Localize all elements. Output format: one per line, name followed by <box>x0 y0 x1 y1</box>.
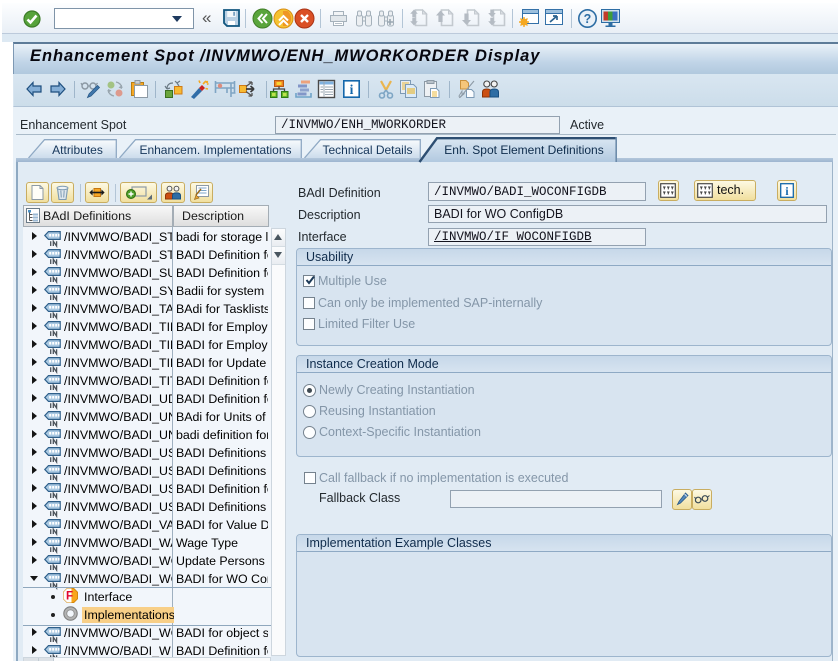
svg-text:i: i <box>350 82 354 97</box>
svg-text:?: ? <box>584 12 592 26</box>
svg-text:F: F <box>66 591 73 603</box>
